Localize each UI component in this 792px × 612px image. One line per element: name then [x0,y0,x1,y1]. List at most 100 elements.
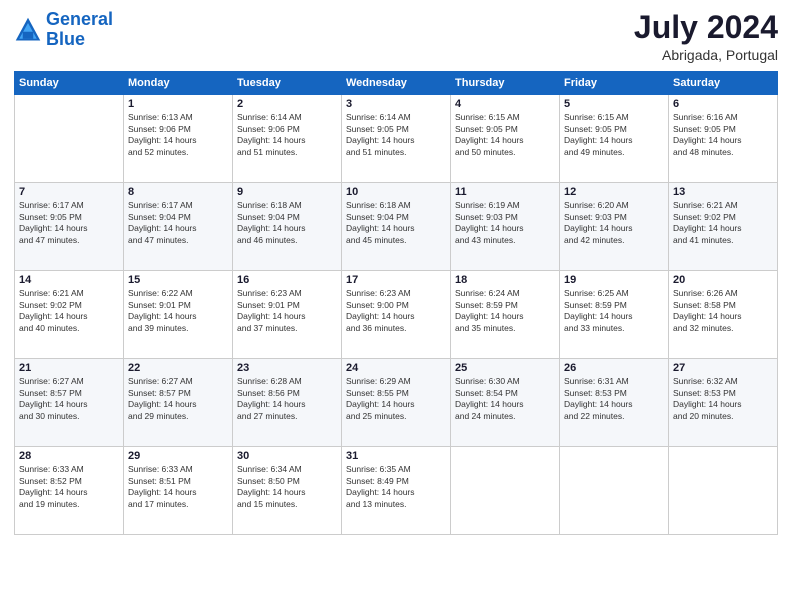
calendar-cell: 1Sunrise: 6:13 AMSunset: 9:06 PMDaylight… [124,95,233,183]
calendar-cell [560,447,669,535]
calendar-cell: 23Sunrise: 6:28 AMSunset: 8:56 PMDayligh… [233,359,342,447]
day-number: 5 [564,98,664,110]
day-number: 12 [564,186,664,198]
calendar-cell: 29Sunrise: 6:33 AMSunset: 8:51 PMDayligh… [124,447,233,535]
weekday-header: Thursday [451,72,560,95]
calendar-cell: 17 Sunrise: 6:23 AMSunset: 9:00 PMDayligh… [342,271,451,359]
day-number: 31 [346,450,446,462]
day-info: Sunrise: 6:30 AMSunset: 8:54 PMDaylight:… [455,376,555,422]
calendar-cell: 2 Sunrise: 6:14 AMSunset: 9:06 PMDaylight… [233,95,342,183]
day-number: 28 [19,450,119,462]
calendar-table: SundayMondayTuesdayWednesdayThursdayFrid… [14,71,778,535]
location: Abrigada, Portugal [634,47,778,63]
day-number: 29 [128,450,228,462]
calendar-cell: 28 Sunrise: 6:33 AMSunset: 8:52 PMDayligh… [15,447,124,535]
calendar-cell: 21 Sunrise: 6:27 AMSunset: 8:57 PMDayligh… [15,359,124,447]
header: General Blue July 2024 Abrigada, Portuga… [14,10,778,63]
weekday-header: Tuesday [233,72,342,95]
day-number: 11 [455,186,555,198]
day-number: 27 [673,362,773,374]
day-info: Sunrise: 6:21 AMSunset: 9:02 PMDaylight:… [19,288,119,334]
month-year: July 2024 [634,10,778,45]
day-info: Sunrise: 6:20 AMSunset: 9:03 PMDaylight:… [564,200,664,246]
day-number: 7 [19,186,119,198]
day-info: Sunrise: 6:25 AMSunset: 8:59 PMDaylight:… [564,288,664,334]
logo-line2: Blue [46,29,85,49]
day-number: 21 [19,362,119,374]
day-number: 30 [237,450,337,462]
calendar-cell: 26 Sunrise: 6:31 AMSunset: 8:53 PMDayligh… [560,359,669,447]
day-info: Sunrise: 6:14 AMSunset: 9:06 PMDaylight:… [237,112,337,158]
day-info: Sunrise: 6:15 AMSunset: 9:05 PMDaylight:… [455,112,555,158]
calendar-cell [15,95,124,183]
calendar-cell: 8 Sunrise: 6:17 AMSunset: 9:04 PMDaylight… [124,183,233,271]
day-number: 9 [237,186,337,198]
calendar-cell: 3 Sunrise: 6:14 AMSunset: 9:05 PMDaylight… [342,95,451,183]
day-info: Sunrise: 6:29 AMSunset: 8:55 PMDaylight:… [346,376,446,422]
calendar-cell: 27 Sunrise: 6:32 AMSunset: 8:53 PMDayligh… [669,359,778,447]
calendar-week-row: 1Sunrise: 6:13 AMSunset: 9:06 PMDaylight… [15,95,778,183]
calendar-cell: 24 Sunrise: 6:29 AMSunset: 8:55 PMDayligh… [342,359,451,447]
day-number: 10 [346,186,446,198]
day-number: 8 [128,186,228,198]
day-number: 6 [673,98,773,110]
weekday-header: Sunday [15,72,124,95]
day-info: Sunrise: 6:23 AMSunset: 9:01 PMDaylight:… [237,288,337,334]
calendar-week-row: 21 Sunrise: 6:27 AMSunset: 8:57 PMDayligh… [15,359,778,447]
logo-text: General Blue [46,10,113,50]
day-number: 3 [346,98,446,110]
day-number: 17 [346,274,446,286]
calendar-cell: 9Sunrise: 6:18 AMSunset: 9:04 PMDaylight… [233,183,342,271]
day-info: Sunrise: 6:15 AMSunset: 9:05 PMDaylight:… [564,112,664,158]
day-info: Sunrise: 6:17 AMSunset: 9:05 PMDaylight:… [19,200,119,246]
day-number: 16 [237,274,337,286]
day-info: Sunrise: 6:19 AMSunset: 9:03 PMDaylight:… [455,200,555,246]
calendar-cell: 19Sunrise: 6:25 AMSunset: 8:59 PMDayligh… [560,271,669,359]
calendar-cell: 7 Sunrise: 6:17 AMSunset: 9:05 PMDaylight… [15,183,124,271]
weekday-header: Saturday [669,72,778,95]
day-info: Sunrise: 6:35 AMSunset: 8:49 PMDaylight:… [346,464,446,510]
calendar-header: SundayMondayTuesdayWednesdayThursdayFrid… [15,72,778,95]
day-info: Sunrise: 6:31 AMSunset: 8:53 PMDaylight:… [564,376,664,422]
day-info: Sunrise: 6:27 AMSunset: 8:57 PMDaylight:… [19,376,119,422]
calendar-week-row: 28 Sunrise: 6:33 AMSunset: 8:52 PMDayligh… [15,447,778,535]
day-info: Sunrise: 6:23 AMSunset: 9:00 PMDaylight:… [346,288,446,334]
day-info: Sunrise: 6:14 AMSunset: 9:05 PMDaylight:… [346,112,446,158]
day-number: 26 [564,362,664,374]
day-info: Sunrise: 6:32 AMSunset: 8:53 PMDaylight:… [673,376,773,422]
calendar-cell: 11 Sunrise: 6:19 AMSunset: 9:03 PMDayligh… [451,183,560,271]
day-number: 4 [455,98,555,110]
calendar-cell: 5 Sunrise: 6:15 AMSunset: 9:05 PMDaylight… [560,95,669,183]
calendar-cell: 4 Sunrise: 6:15 AMSunset: 9:05 PMDaylight… [451,95,560,183]
day-info: Sunrise: 6:34 AMSunset: 8:50 PMDaylight:… [237,464,337,510]
calendar-cell: 31 Sunrise: 6:35 AMSunset: 8:49 PMDayligh… [342,447,451,535]
calendar-cell: 22 Sunrise: 6:27 AMSunset: 8:57 PMDayligh… [124,359,233,447]
day-info: Sunrise: 6:16 AMSunset: 9:05 PMDaylight:… [673,112,773,158]
page-container: General Blue July 2024 Abrigada, Portuga… [0,0,792,612]
day-info: Sunrise: 6:26 AMSunset: 8:58 PMDaylight:… [673,288,773,334]
day-number: 22 [128,362,228,374]
calendar-cell: 20Sunrise: 6:26 AMSunset: 8:58 PMDayligh… [669,271,778,359]
day-number: 15 [128,274,228,286]
day-info: Sunrise: 6:24 AMSunset: 8:59 PMDaylight:… [455,288,555,334]
calendar-week-row: 7 Sunrise: 6:17 AMSunset: 9:05 PMDaylight… [15,183,778,271]
calendar-body: 1Sunrise: 6:13 AMSunset: 9:06 PMDaylight… [15,95,778,535]
calendar-cell: 18Sunrise: 6:24 AMSunset: 8:59 PMDayligh… [451,271,560,359]
weekday-header: Wednesday [342,72,451,95]
calendar-cell: 30 Sunrise: 6:34 AMSunset: 8:50 PMDayligh… [233,447,342,535]
day-info: Sunrise: 6:22 AMSunset: 9:01 PMDaylight:… [128,288,228,334]
calendar-cell: 12 Sunrise: 6:20 AMSunset: 9:03 PMDayligh… [560,183,669,271]
day-info: Sunrise: 6:33 AMSunset: 8:52 PMDaylight:… [19,464,119,510]
calendar-week-row: 14Sunrise: 6:21 AMSunset: 9:02 PMDayligh… [15,271,778,359]
day-info: Sunrise: 6:17 AMSunset: 9:04 PMDaylight:… [128,200,228,246]
day-number: 2 [237,98,337,110]
weekday-header: Friday [560,72,669,95]
day-number: 25 [455,362,555,374]
logo-line1: General [46,9,113,29]
day-number: 24 [346,362,446,374]
title-block: July 2024 Abrigada, Portugal [634,10,778,63]
day-info: Sunrise: 6:27 AMSunset: 8:57 PMDaylight:… [128,376,228,422]
day-number: 13 [673,186,773,198]
calendar-cell: 14Sunrise: 6:21 AMSunset: 9:02 PMDayligh… [15,271,124,359]
day-info: Sunrise: 6:28 AMSunset: 8:56 PMDaylight:… [237,376,337,422]
